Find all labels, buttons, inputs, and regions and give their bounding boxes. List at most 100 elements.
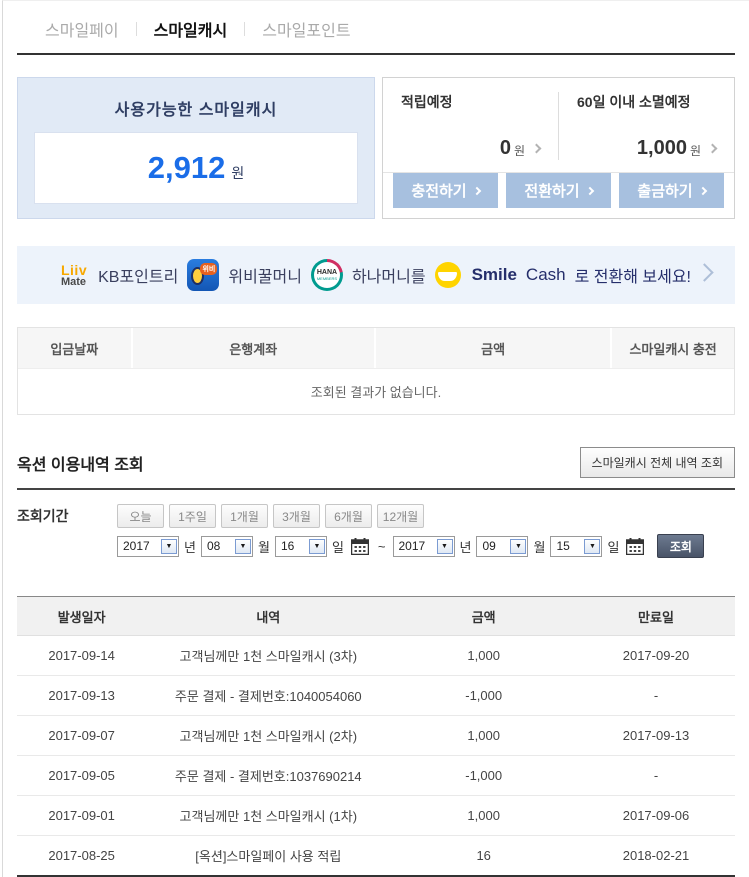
search-button[interactable]: 조회 (657, 534, 704, 558)
date-range-tilde: ~ (378, 539, 386, 554)
period-today-button[interactable]: 오늘 (117, 504, 164, 528)
wibee-money-label: 위비꿀머니 (228, 263, 302, 287)
usage-cell-date: 2017-08-25 (17, 836, 146, 875)
period-3month-button[interactable]: 3개월 (273, 504, 320, 528)
smile-cash-page: 스마일페이 스마일캐시 스마일포인트 사용가능한 스마일캐시 2,912 원 적… (2, 0, 749, 877)
tab-smilecash[interactable]: 스마일캐시 (154, 17, 228, 41)
pending-cash-label: 적립예정 (401, 92, 540, 112)
available-cash-amount: 2,912 (148, 150, 226, 186)
to-year-select[interactable]: 2017 ▼ (393, 536, 455, 557)
all-history-button[interactable]: 스마일캐시 전체 내역 조회 (580, 447, 735, 478)
table-row: 2017-09-14 고객님께만 1천 스마일캐시 (3차) 1,000 201… (17, 636, 735, 676)
usage-cell-amount: -1,000 (390, 676, 577, 715)
chevron-right-icon (708, 144, 718, 154)
table-row: 2017-09-07 고객님께만 1천 스마일캐시 (2차) 1,000 201… (17, 716, 735, 756)
usage-cell-expiry: 2017-09-06 (577, 796, 735, 835)
usage-cell-detail: 고객님께만 1천 스마일캐시 (2차) (146, 716, 390, 755)
dropdown-arrow-icon: ▼ (161, 539, 177, 554)
to-calendar-icon[interactable] (626, 538, 644, 555)
day-suffix-label: 일 (607, 537, 619, 556)
pending-cash-link[interactable]: 0 원 (500, 137, 540, 160)
month-suffix-label: 월 (533, 537, 545, 556)
convert-button-label: 전환하기 (524, 180, 579, 201)
period-1week-button[interactable]: 1주일 (169, 504, 216, 528)
available-cash-value-box: 2,912 원 (34, 132, 358, 204)
usage-cell-date: 2017-09-13 (17, 676, 146, 715)
available-cash-title: 사용가능한 스마일캐시 (34, 96, 358, 120)
usage-cell-date: 2017-09-14 (17, 636, 146, 675)
usage-cell-date: 2017-09-05 (17, 756, 146, 795)
tab-smilepoint[interactable]: 스마일포인트 (262, 17, 350, 41)
usage-cell-amount: 1,000 (390, 796, 577, 835)
usage-cell-amount: 16 (390, 836, 577, 875)
table-row: 2017-09-05 주문 결제 - 결제번호:1037690214 -1,00… (17, 756, 735, 796)
from-day-value: 16 (276, 539, 308, 553)
dropdown-arrow-icon: ▼ (510, 539, 526, 554)
convert-button[interactable]: 전환하기 (506, 173, 611, 208)
cash-action-buttons: 충전하기 전환하기 출금하기 (383, 173, 734, 218)
to-month-value: 09 (477, 539, 509, 553)
cash-logo-text: Cash (526, 265, 566, 285)
chevron-right-icon (532, 144, 542, 154)
expiring-cash-amount: 1,000 (637, 137, 687, 160)
cash-info-top: 적립예정 0 원 60일 이내 소멸예정 1,000 원 (383, 78, 734, 173)
deposit-header-account: 은행계좌 (133, 328, 376, 368)
liiv-mate-logo-icon: Liiv Mate (61, 263, 87, 288)
deposit-header-charge: 스마일캐시 충전 (612, 328, 734, 368)
summary-row: 사용가능한 스마일캐시 2,912 원 적립예정 0 원 60일 이내 소 (17, 77, 735, 219)
from-calendar-icon[interactable] (351, 538, 369, 555)
usage-header-date: 발생일자 (17, 597, 146, 635)
tab-divider (244, 22, 245, 36)
usage-table-header: 발생일자 내역 금액 만료일 (17, 597, 735, 636)
expiring-cash-label: 60일 이내 소멸예정 (577, 92, 716, 112)
usage-cell-detail: 고객님께만 1천 스마일캐시 (3차) (146, 636, 390, 675)
period-12month-button[interactable]: 12개월 (377, 504, 424, 528)
tab-smilepay[interactable]: 스마일페이 (45, 17, 119, 41)
month-suffix-label: 월 (258, 537, 270, 556)
usage-cell-detail: 주문 결제 - 결제번호:1040054060 (146, 676, 390, 715)
chevron-right-icon (585, 186, 593, 194)
from-year-value: 2017 (118, 539, 160, 553)
table-row: 2017-08-25 [옥션]스마일페이 사용 적립 16 2018-02-21 (17, 836, 735, 875)
deposit-table-header: 입금날짜 은행계좌 금액 스마일캐시 충전 (18, 328, 734, 368)
dropdown-arrow-icon: ▼ (437, 539, 453, 554)
period-1month-button[interactable]: 1개월 (221, 504, 268, 528)
from-day-select[interactable]: 16 ▼ (275, 536, 327, 557)
kb-pointree-label: KB포인트리 (98, 263, 178, 287)
usage-cell-amount: 1,000 (390, 716, 577, 755)
tab-divider (136, 22, 137, 36)
usage-cell-expiry: - (577, 756, 735, 795)
deposit-header-date: 입금날짜 (18, 328, 133, 368)
deposit-table: 입금날짜 은행계좌 금액 스마일캐시 충전 조회된 결과가 없습니다. (17, 327, 735, 415)
from-year-select[interactable]: 2017 ▼ (117, 536, 179, 557)
banner-chevron-right-icon[interactable] (695, 263, 713, 281)
smile-mouth-shape (438, 272, 457, 281)
period-6month-button[interactable]: 6개월 (325, 504, 372, 528)
usage-header-detail: 내역 (146, 597, 390, 635)
year-suffix-label: 년 (460, 537, 472, 556)
to-day-select[interactable]: 15 ▼ (550, 536, 602, 557)
available-cash-unit: 원 (231, 163, 244, 183)
period-filter-label: 조회기간 (17, 506, 117, 526)
usage-cell-detail: 고객님께만 1천 스마일캐시 (1차) (146, 796, 390, 835)
charge-button-label: 충전하기 (411, 180, 466, 201)
charge-button[interactable]: 충전하기 (393, 173, 498, 208)
available-cash-card: 사용가능한 스마일캐시 2,912 원 (17, 77, 375, 219)
expiring-cash-col: 60일 이내 소멸예정 1,000 원 (559, 90, 734, 162)
usage-section-title: 옥션 이용내역 조회 (17, 451, 144, 475)
liiv-logo-line1: Liiv (61, 263, 87, 277)
withdraw-button[interactable]: 출금하기 (619, 173, 724, 208)
hana-logo-line2: MEMBERS (317, 277, 337, 281)
expiring-cash-link[interactable]: 1,000 원 (637, 137, 716, 160)
to-year-value: 2017 (394, 539, 436, 553)
usage-cell-expiry: 2017-09-20 (577, 636, 735, 675)
dropdown-arrow-icon: ▼ (584, 539, 600, 554)
day-suffix-label: 일 (332, 537, 344, 556)
usage-cell-date: 2017-09-07 (17, 716, 146, 755)
wibee-app-icon: 위비 (187, 259, 219, 291)
from-month-value: 08 (202, 539, 234, 553)
from-month-select[interactable]: 08 ▼ (201, 536, 253, 557)
to-month-select[interactable]: 09 ▼ (476, 536, 528, 557)
date-range-row: 2017 ▼ 년 08 ▼ 월 16 ▼ 일 ~ (17, 534, 735, 558)
point-conversion-banner[interactable]: Liiv Mate KB포인트리 위비 위비꿀머니 HANA MEMBERS 하… (17, 246, 735, 304)
